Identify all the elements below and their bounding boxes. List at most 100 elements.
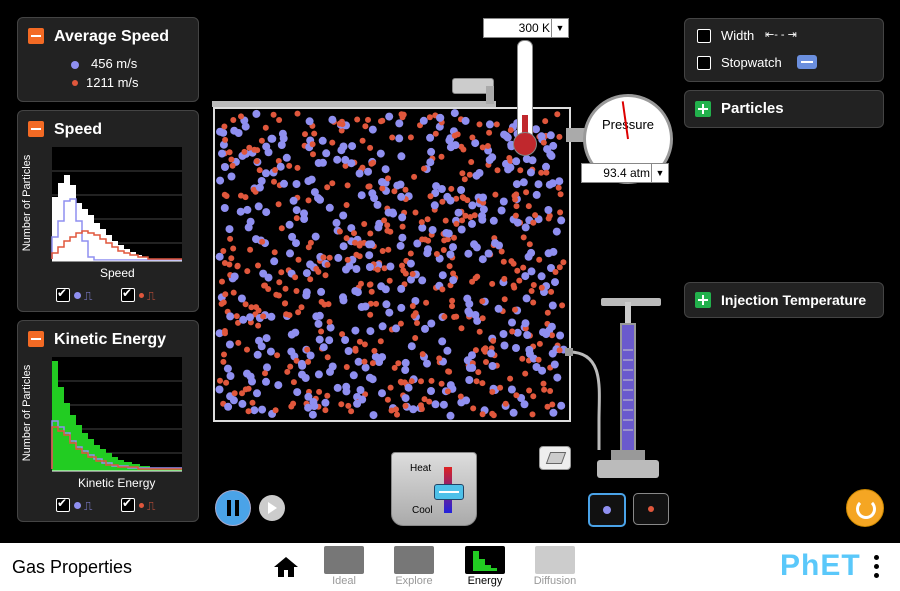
reset-all-button[interactable] xyxy=(846,489,884,527)
heavy-particle xyxy=(484,249,493,258)
pause-button[interactable] xyxy=(215,490,251,526)
light-particle xyxy=(424,216,431,223)
light-particle xyxy=(348,408,355,415)
heavy-particle xyxy=(370,194,379,203)
kebab-menu-icon[interactable] xyxy=(874,555,880,581)
light-particle xyxy=(302,131,308,138)
injection-temperature-title: Injection Temperature xyxy=(721,292,867,308)
phet-logo[interactable]: PhET xyxy=(780,549,861,583)
width-checkbox[interactable] xyxy=(697,29,711,43)
heavy-particle xyxy=(220,204,229,212)
tab-energy[interactable]: Energy xyxy=(461,546,509,590)
heavy-particle xyxy=(259,269,268,278)
eraser-button[interactable] xyxy=(539,446,571,470)
show-heavy-ke-checkbox[interactable] xyxy=(56,496,70,512)
heavy-particle xyxy=(485,120,494,129)
speed-ylabel: Number of Particles xyxy=(21,154,33,252)
heavy-particle-radio[interactable] xyxy=(588,493,626,527)
step-button[interactable] xyxy=(259,495,285,521)
light-particle xyxy=(256,167,263,174)
light-particle xyxy=(427,193,434,200)
heavy-particle xyxy=(306,260,315,269)
home-button[interactable] xyxy=(272,555,300,579)
kinetic-energy-histogram xyxy=(51,357,182,472)
show-heavy-speed-checkbox[interactable] xyxy=(56,286,70,302)
light-particle xyxy=(389,134,396,141)
light-particle xyxy=(460,195,467,202)
light-particle xyxy=(494,167,501,174)
light-particle xyxy=(454,131,461,138)
tab-energy-label: Energy xyxy=(467,575,503,587)
particles-panel[interactable]: Particles xyxy=(684,90,884,128)
light-particle xyxy=(228,255,235,262)
tab-explore-label: Explore xyxy=(395,575,433,587)
light-particle xyxy=(492,191,499,198)
tab-diffusion[interactable]: Diffusion xyxy=(531,546,579,590)
light-particle xyxy=(547,388,554,394)
light-particle xyxy=(352,347,359,354)
gas-container[interactable] xyxy=(213,107,571,422)
light-particle xyxy=(245,408,252,415)
heavy-particle xyxy=(509,408,518,417)
light-particle xyxy=(530,282,537,288)
heat-cool-slider[interactable] xyxy=(434,484,464,500)
heavy-particle xyxy=(396,180,405,189)
light-particle xyxy=(391,188,398,195)
light-particle xyxy=(552,269,559,275)
light-particle xyxy=(507,375,514,382)
show-light-ke-checkbox[interactable] xyxy=(121,496,135,512)
heavy-particle xyxy=(426,158,435,167)
light-particle xyxy=(377,338,384,345)
collapse-average-speed-icon[interactable] xyxy=(28,28,44,44)
light-particle xyxy=(426,398,433,405)
light-particle xyxy=(220,248,227,254)
average-speed-panel: Average Speed 456 m/s 1211 m/s xyxy=(17,17,199,102)
light-particle xyxy=(407,250,414,257)
tab-explore[interactable]: Explore xyxy=(390,546,438,590)
light-particle xyxy=(326,254,333,261)
heavy-particle xyxy=(215,252,224,261)
heavy-particle xyxy=(373,200,382,209)
light-particle xyxy=(250,186,257,193)
heavy-particle xyxy=(339,142,348,151)
heavy-particle xyxy=(392,324,400,333)
temperature-unit-combo[interactable]: 300 K ▼ xyxy=(483,18,569,38)
light-particle xyxy=(387,228,394,235)
expand-particles-icon[interactable] xyxy=(695,101,711,117)
heavy-particle xyxy=(267,312,276,321)
light-particle-radio[interactable] xyxy=(633,493,669,525)
show-light-speed-checkbox[interactable] xyxy=(121,286,135,302)
heavy-particle xyxy=(544,206,553,214)
injection-temperature-panel[interactable]: Injection Temperature xyxy=(684,282,884,318)
heavy-particle xyxy=(226,372,235,380)
light-particle xyxy=(467,214,474,220)
heavy-particle xyxy=(508,318,516,327)
step-icon xyxy=(268,502,277,514)
heavy-particle xyxy=(557,401,566,410)
light-particle xyxy=(379,248,386,254)
heavy-particle xyxy=(349,371,358,380)
tab-ideal[interactable]: Ideal xyxy=(320,546,368,590)
expand-injection-icon[interactable] xyxy=(695,292,711,308)
heavy-particle xyxy=(318,136,327,145)
light-particle xyxy=(425,237,432,244)
pressure-unit-combo[interactable]: 93.4 atm ▼ xyxy=(581,163,669,183)
heavy-particle xyxy=(556,331,565,340)
light-particle xyxy=(290,379,297,386)
light-histogram-line-icon: ⎍ xyxy=(147,289,156,303)
light-particle xyxy=(386,277,393,284)
light-particle xyxy=(343,202,350,208)
heavy-particle xyxy=(521,319,530,328)
heavy-particle xyxy=(534,180,543,189)
light-particle xyxy=(295,256,302,263)
light-particle xyxy=(538,284,545,291)
light-particle xyxy=(409,303,416,309)
heavy-particle xyxy=(378,178,386,186)
light-particle xyxy=(449,303,455,310)
stopwatch-checkbox[interactable] xyxy=(697,56,711,70)
light-particle xyxy=(311,130,318,137)
heavy-particle xyxy=(499,330,508,338)
light-particle xyxy=(318,328,325,335)
bicycle-pump[interactable] xyxy=(565,290,675,490)
heavy-particle xyxy=(351,326,360,335)
